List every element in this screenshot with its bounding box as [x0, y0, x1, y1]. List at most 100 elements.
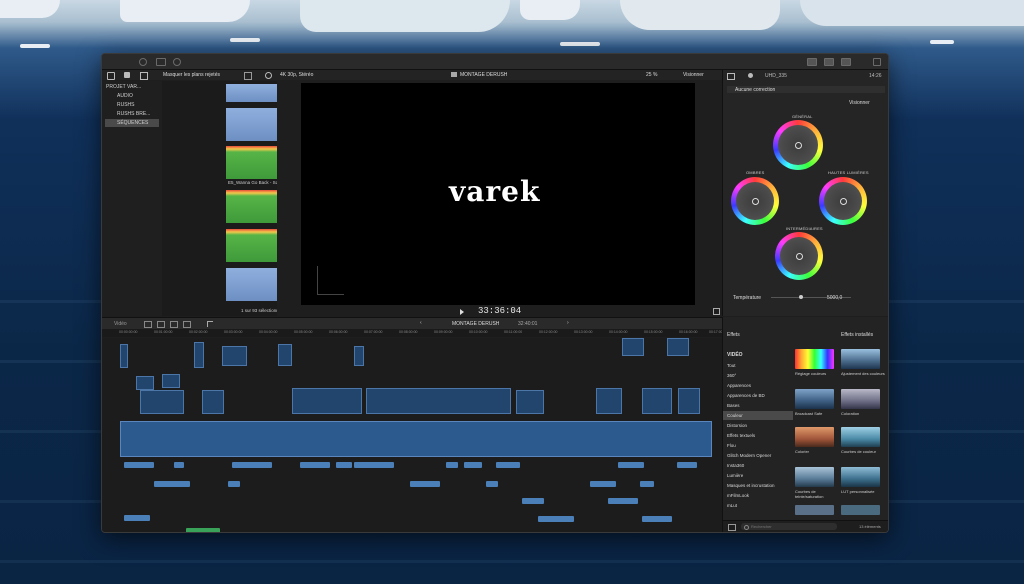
primary-storyline[interactable]	[120, 421, 712, 457]
audio-clip[interactable]	[522, 498, 544, 504]
effect-thumbnail[interactable]	[795, 467, 834, 487]
library-item-project[interactable]: PROJET VAR...	[106, 83, 141, 91]
audio-clip[interactable]	[232, 462, 272, 468]
audio-clip[interactable]	[124, 515, 150, 521]
timeline-clip[interactable]	[678, 388, 700, 414]
audio-clip[interactable]	[446, 462, 458, 468]
correction-selector[interactable]: Aucune correction	[727, 86, 885, 93]
timeline-ruler[interactable]: 00:00:00:00 00:01:00:00 00:02:00:00 00:0…	[102, 329, 728, 337]
audio-clip[interactable]	[618, 462, 644, 468]
effects-category[interactable]: Masques et incrustation	[727, 481, 797, 490]
audio-clip[interactable]	[300, 462, 330, 468]
timeline-clip[interactable]	[202, 390, 224, 414]
library-item-sequences[interactable]: SÉQUENCES	[105, 119, 159, 127]
import-icon[interactable]	[139, 58, 147, 66]
photos-icon[interactable]	[124, 72, 130, 78]
color-wheel-global[interactable]	[773, 120, 823, 170]
overwrite-icon[interactable]	[183, 321, 191, 328]
effects-category[interactable]: Tout	[727, 361, 797, 370]
tool-select-icon[interactable]	[207, 321, 213, 327]
effect-thumbnail[interactable]	[795, 427, 834, 447]
libraries-icon[interactable]	[107, 72, 115, 80]
effects-category[interactable]: Glitch Modern Opener	[727, 451, 797, 460]
audio-clip[interactable]	[486, 481, 498, 487]
viewer-canvas[interactable]: varek	[301, 83, 695, 305]
append-icon[interactable]	[170, 321, 178, 328]
timeline-clip[interactable]	[354, 346, 364, 366]
effects-category-selected[interactable]: Couleur	[723, 411, 793, 420]
audio-clip[interactable]	[590, 481, 616, 487]
effects-category[interactable]: Insta360	[727, 461, 797, 470]
audio-clip[interactable]	[228, 481, 240, 487]
layout-library-icon[interactable]	[807, 58, 817, 66]
titles-icon[interactable]	[140, 72, 148, 80]
timeline-tracks[interactable]	[102, 338, 722, 532]
search-icon[interactable]	[265, 72, 272, 79]
zoom-menu[interactable]: 25 %	[646, 72, 657, 78]
history-forward-icon[interactable]: ›	[567, 320, 569, 326]
inspector-video-icon[interactable]	[727, 73, 735, 80]
audio-clip[interactable]	[677, 462, 697, 468]
layout-inspector-icon[interactable]	[841, 58, 851, 66]
timeline-clip[interactable]	[366, 388, 511, 414]
audio-clip[interactable]	[538, 516, 574, 522]
audio-clip[interactable]	[354, 462, 394, 468]
audio-clip[interactable]	[464, 462, 482, 468]
effects-category[interactable]: Effets textuels	[727, 431, 797, 440]
timeline-clip[interactable]	[136, 376, 154, 390]
audio-clip[interactable]	[336, 462, 352, 468]
effects-category[interactable]: Apparences de BD	[727, 391, 797, 400]
effect-thumbnail[interactable]	[841, 505, 880, 515]
effect-thumbnail[interactable]	[841, 389, 880, 409]
layout-timeline-icon[interactable]	[824, 58, 834, 66]
timeline-clip[interactable]	[194, 342, 204, 368]
timeline-clip[interactable]	[120, 344, 128, 368]
effects-category[interactable]: mLut	[727, 501, 797, 510]
audio-clip[interactable]	[174, 462, 184, 468]
inspector-info-icon[interactable]	[748, 73, 753, 78]
color-wheel-shadows[interactable]	[731, 177, 779, 225]
timeline-clip[interactable]	[667, 338, 689, 356]
effect-thumbnail[interactable]	[795, 389, 834, 409]
hide-rejected-filter[interactable]: Masquer les plans rejetés	[163, 72, 220, 78]
effect-thumbnail[interactable]	[795, 505, 834, 515]
effect-thumbnail[interactable]	[841, 467, 880, 487]
timeline-clip[interactable]	[140, 390, 184, 414]
audio-clip[interactable]	[186, 528, 220, 532]
effects-category[interactable]: Distorsion	[727, 421, 797, 430]
audio-clip[interactable]	[640, 481, 654, 487]
clip-connect-icon[interactable]	[144, 321, 152, 328]
effects-category[interactable]: Lumière	[727, 471, 797, 480]
color-wheel-highlights[interactable]	[819, 177, 867, 225]
library-item-audio[interactable]: AUDIO	[117, 92, 133, 100]
keyword-icon[interactable]	[156, 58, 166, 66]
fullscreen-icon[interactable]	[713, 308, 720, 315]
audio-clip[interactable]	[154, 481, 190, 487]
effects-installed-menu[interactable]: Effets installés	[841, 332, 873, 338]
effect-thumbnail[interactable]	[841, 427, 880, 447]
viewer-view-menu[interactable]: Visionner	[683, 72, 704, 78]
color-wheel-midtones[interactable]	[775, 232, 823, 280]
share-icon[interactable]	[873, 58, 881, 66]
effects-category[interactable]: Apparences	[727, 381, 797, 390]
effects-search-input[interactable]: Rechercher	[741, 523, 837, 530]
library-item-rushs[interactable]: RUSHS	[117, 101, 135, 109]
clip-appearance-icon[interactable]	[244, 72, 252, 80]
effects-category[interactable]: Bases	[727, 401, 797, 410]
timeline-clip[interactable]	[222, 346, 247, 366]
effects-sidebar-toggle-icon[interactable]	[728, 524, 736, 531]
effects-category[interactable]: 360°	[727, 371, 797, 380]
timeline-clip[interactable]	[596, 388, 622, 414]
effect-thumbnail[interactable]	[841, 349, 880, 369]
timeline-clip[interactable]	[292, 388, 362, 414]
library-item-rushs-bre[interactable]: RUSHS BRE...	[117, 110, 150, 118]
audio-clip[interactable]	[124, 462, 154, 468]
inspector-view-menu[interactable]: Visionner	[849, 100, 870, 106]
temperature-value[interactable]: 5000,0	[827, 295, 842, 301]
play-icon[interactable]	[460, 309, 464, 315]
audio-clip[interactable]	[496, 462, 520, 468]
history-back-icon[interactable]: ‹	[420, 320, 422, 326]
timeline-clip[interactable]	[622, 338, 644, 356]
effects-category[interactable]: Flou	[727, 441, 797, 450]
timeline-clip[interactable]	[642, 388, 672, 414]
